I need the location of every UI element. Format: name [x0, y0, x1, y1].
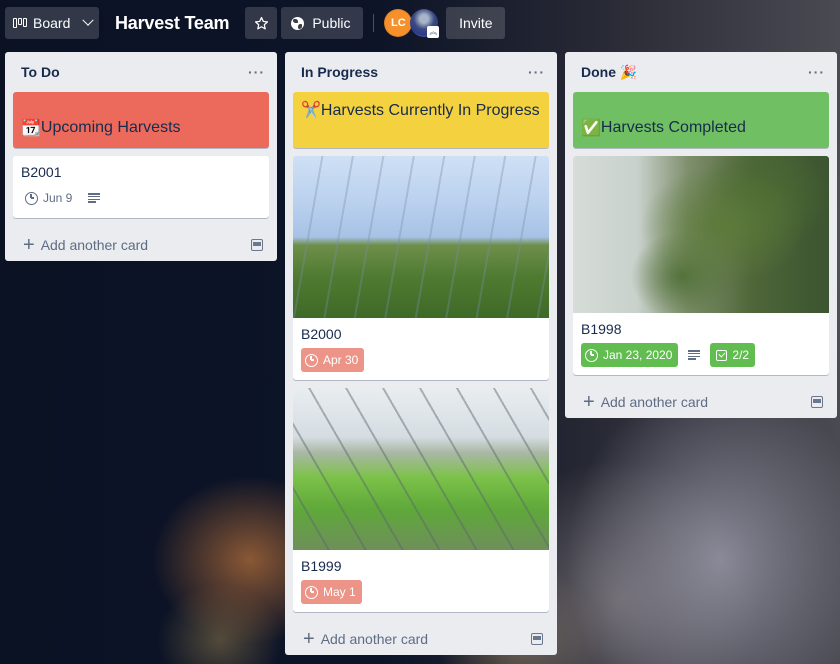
board-switcher-label: Board [33, 15, 71, 31]
party-popper-icon: 🎉 [619, 64, 638, 81]
list-header: To Do ··· [13, 52, 269, 92]
avatar[interactable]: ︽ [410, 9, 440, 38]
label-card[interactable]: ✅ Harvests Completed [573, 92, 829, 148]
globe-icon [291, 16, 305, 30]
list-title[interactable]: Done 🎉 [581, 64, 637, 81]
due-date-badge[interactable]: May 1 [301, 580, 362, 604]
avatar-initials: LC [390, 17, 406, 29]
card[interactable]: B2000 Apr 30 [293, 156, 549, 380]
description-icon [688, 350, 701, 360]
label-card[interactable]: 📆 Upcoming Harvests [13, 92, 269, 148]
add-card-label: Add another card [600, 394, 709, 410]
list-in-progress: In Progress ··· ✂️Harvests Currently In … [285, 52, 557, 655]
add-card-label: Add another card [320, 631, 429, 647]
avatar[interactable]: LC [384, 9, 413, 37]
card-badges: Jan 23, 2020 2/2 [581, 343, 821, 367]
invite-button[interactable]: Invite [446, 7, 506, 39]
list-title[interactable]: In Progress [301, 64, 378, 80]
list-header: In Progress ··· [293, 52, 549, 92]
star-icon [254, 16, 268, 29]
checklist-count: 2/2 [732, 348, 750, 362]
add-card-button[interactable]: + Add another card [573, 383, 829, 421]
due-date-badge[interactable]: Jun 9 [21, 186, 78, 210]
card-cover-image [573, 156, 829, 313]
list-menu-icon[interactable]: ··· [248, 64, 265, 80]
card-badges: Jun 9 [21, 186, 261, 210]
due-date-badge[interactable]: Jan 23, 2020 [581, 343, 679, 367]
header-divider [373, 14, 375, 32]
admin-chevron-icon: ︽ [427, 26, 440, 38]
card-badges: Apr 30 [301, 348, 541, 372]
add-card-label: Add another card [40, 237, 149, 253]
label-card[interactable]: ✂️Harvests Currently In Progress [293, 92, 549, 148]
list-title[interactable]: To Do [21, 64, 60, 80]
description-icon [88, 193, 101, 203]
card-template-icon[interactable] [251, 239, 263, 251]
list-title-text: Done [581, 63, 616, 80]
visibility-label: Public [312, 15, 351, 31]
list-done: Done 🎉 ··· ✅ Harvests Completed B1998 Jan… [565, 52, 837, 418]
card-badges: May 1 [301, 580, 541, 604]
add-card-button[interactable]: + Add another card [13, 226, 269, 264]
check-mark-icon: ✅ [581, 118, 601, 137]
card-title: B2000 [301, 326, 342, 342]
card-cover-image [293, 156, 549, 318]
label-card-text: Harvests Completed [600, 119, 746, 136]
checklist-badge: 2/2 [710, 343, 756, 367]
label-card-text: Harvests Currently In Progress [320, 102, 540, 119]
calendar-icon: 📆 [21, 118, 41, 137]
card-cover-image [293, 388, 549, 550]
card[interactable]: B1999 May 1 [293, 388, 549, 612]
plus-icon: + [303, 628, 315, 650]
due-date-text: Apr 30 [323, 353, 359, 367]
due-date-text: May 1 [323, 585, 356, 599]
clock-icon [305, 585, 318, 599]
board-icon [13, 18, 27, 28]
add-card-button[interactable]: + Add another card [293, 620, 549, 658]
card[interactable]: B1998 Jan 23, 2020 2/2 [573, 156, 829, 375]
card-title: B1999 [301, 558, 342, 574]
due-date-badge[interactable]: Apr 30 [301, 348, 365, 372]
card-title: B1998 [581, 321, 622, 337]
list-to-do: To Do ··· 📆 Upcoming Harvests B2001 Jun 9… [5, 52, 277, 261]
plus-icon: + [583, 391, 595, 413]
scissors-icon: ✂️ [301, 100, 321, 119]
label-card-text: Upcoming Harvests [40, 119, 181, 136]
visibility-button[interactable]: Public [281, 7, 364, 39]
list-menu-icon[interactable]: ··· [528, 64, 545, 80]
checklist-icon [716, 349, 728, 361]
card-template-icon[interactable] [811, 396, 823, 408]
clock-icon [585, 348, 598, 362]
board-switcher-button[interactable]: Board [5, 7, 99, 39]
list-header: Done 🎉 ··· [573, 52, 829, 92]
due-date-text: Jun 9 [43, 191, 73, 205]
board-title[interactable]: Harvest Team [115, 13, 230, 34]
chevron-down-icon [82, 14, 95, 26]
card-template-icon[interactable] [531, 633, 543, 645]
board-header: Board Harvest Team Public LC ︽ Invite [0, 0, 840, 46]
card-title: B2001 [21, 164, 62, 180]
card[interactable]: B2001 Jun 9 [13, 156, 269, 218]
clock-icon [305, 353, 318, 367]
list-menu-icon[interactable]: ··· [808, 64, 825, 80]
clock-icon [25, 191, 38, 205]
star-board-button[interactable] [245, 7, 278, 39]
plus-icon: + [23, 234, 35, 256]
due-date-text: Jan 23, 2020 [603, 348, 673, 362]
